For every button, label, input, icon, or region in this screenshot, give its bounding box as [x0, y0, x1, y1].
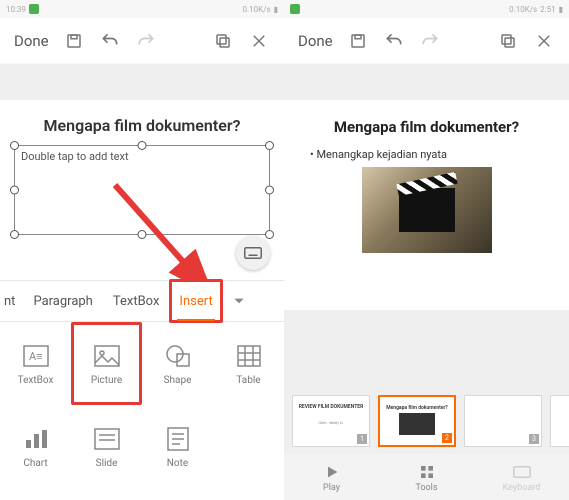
thumbnail-1[interactable]: REVIEW FILM DOKUMENTER Oleh : Molly D. 1: [292, 395, 370, 447]
resize-handle[interactable]: [10, 141, 19, 150]
note-icon: [163, 424, 193, 454]
resize-handle[interactable]: [138, 230, 147, 239]
thumbnail-3[interactable]: 3: [464, 395, 542, 447]
status-time: 10:39: [6, 5, 26, 14]
save-icon[interactable]: [57, 24, 91, 58]
content-textbox[interactable]: Double tap to add text: [14, 145, 270, 235]
chart-icon: [21, 424, 51, 454]
insert-tool-grid: A≡ TextBox Picture Shape Table Chart Sli…: [0, 322, 284, 488]
tool-slide[interactable]: Slide: [71, 405, 142, 488]
top-toolbar: Done: [0, 18, 284, 64]
redo-icon[interactable]: [413, 24, 447, 58]
done-button[interactable]: Done: [8, 26, 55, 56]
resize-handle[interactable]: [10, 230, 19, 239]
status-bar: 10:39 0.10K/s▮: [0, 0, 284, 18]
table-icon: [234, 341, 264, 371]
done-button[interactable]: Done: [292, 26, 339, 56]
tool-textbox[interactable]: A≡ TextBox: [0, 322, 71, 405]
slide-area: Mengapa film dokumenter? • Menangkap kej…: [284, 64, 569, 388]
nav-play[interactable]: Play: [284, 454, 379, 500]
slide-title[interactable]: Mengapa film dokumenter?: [10, 110, 274, 139]
tool-picture[interactable]: Picture: [71, 322, 142, 405]
slide-number: 3: [529, 434, 539, 444]
tab-paragraph[interactable]: Paragraph: [23, 281, 102, 321]
slide-icon: [92, 424, 122, 454]
slide-thumbnails: REVIEW FILM DOKUMENTER Oleh : Molly D. 1…: [284, 388, 569, 454]
battery-icon: ▮: [274, 5, 278, 14]
resize-handle[interactable]: [10, 186, 19, 195]
app-indicator-icon: [290, 4, 300, 14]
status-time: 2:51: [540, 5, 555, 14]
gray-band: [284, 64, 569, 100]
nav-tools[interactable]: Tools: [379, 454, 474, 500]
tab-expand-icon[interactable]: [223, 294, 255, 308]
slide-number: 1: [357, 434, 367, 444]
close-icon[interactable]: [242, 24, 276, 58]
phone-right: 0.10K/s2:51 ▮ Done Mengapa film dokumente…: [284, 0, 569, 500]
textbox-icon: A≡: [21, 341, 51, 371]
thumbnail-4[interactable]: [550, 395, 569, 447]
slide-canvas[interactable]: Mengapa film dokumenter? • Menangkap kej…: [284, 100, 569, 310]
tool-shape[interactable]: Shape: [142, 322, 213, 405]
app-indicator-icon: [29, 4, 39, 14]
save-icon[interactable]: [341, 24, 375, 58]
undo-icon[interactable]: [93, 24, 127, 58]
top-toolbar: Done: [284, 18, 569, 64]
clapperboard-icon: [399, 188, 455, 232]
slide-title: Mengapa film dokumenter?: [306, 118, 547, 148]
picture-icon: [92, 341, 122, 371]
status-net: 0.10K/s: [509, 5, 537, 14]
svg-text:A≡: A≡: [29, 350, 43, 363]
keyboard-icon: [512, 462, 532, 482]
redo-icon[interactable]: [129, 24, 163, 58]
tool-table[interactable]: Table: [213, 322, 284, 405]
status-bar: 0.10K/s2:51 ▮: [284, 0, 569, 18]
play-icon: [322, 462, 342, 482]
tab-bar: nt Paragraph TextBox Insert: [0, 280, 284, 322]
bullet-text: • Menangkap kejadian nyata: [306, 148, 547, 161]
shape-icon: [163, 341, 193, 371]
resize-handle[interactable]: [265, 230, 274, 239]
tab-insert[interactable]: Insert: [169, 281, 222, 321]
thumbnail-2[interactable]: Mengapa film dokumenter? 2: [378, 395, 456, 447]
slide-number: 2: [442, 433, 452, 443]
undo-icon[interactable]: [377, 24, 411, 58]
close-icon[interactable]: [527, 24, 561, 58]
textbox-placeholder: Double tap to add text: [21, 150, 129, 163]
status-net: 0.10K/s: [243, 5, 271, 14]
gray-band: [0, 64, 284, 100]
tools-icon: [417, 462, 437, 482]
nav-keyboard[interactable]: Keyboard: [474, 454, 569, 500]
resize-handle[interactable]: [265, 186, 274, 195]
resize-handle[interactable]: [265, 141, 274, 150]
resize-handle[interactable]: [138, 141, 147, 150]
bottom-nav: Play Tools Keyboard: [284, 454, 569, 500]
tab-font[interactable]: nt: [0, 281, 23, 321]
tool-note[interactable]: Note: [142, 405, 213, 488]
phone-left: 10:39 0.10K/s▮ Done Mengapa film dokumen…: [0, 0, 284, 500]
tool-chart[interactable]: Chart: [0, 405, 71, 488]
slide-editor[interactable]: Mengapa film dokumenter? Double tap to a…: [0, 100, 284, 280]
copy-icon[interactable]: [206, 24, 240, 58]
battery-icon: ▮: [559, 5, 563, 14]
tab-textbox[interactable]: TextBox: [103, 281, 170, 321]
inserted-image[interactable]: [362, 167, 492, 253]
keyboard-fab[interactable]: [236, 236, 270, 270]
copy-icon[interactable]: [491, 24, 525, 58]
